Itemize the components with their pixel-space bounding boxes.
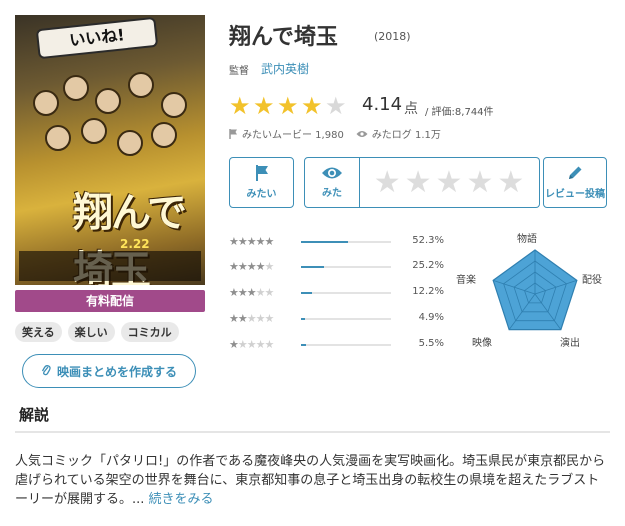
want-count-text: みたいムービー 1,980	[242, 130, 344, 141]
distribution-row: ★★★★★ 4.9%	[229, 309, 444, 329]
rating-unit: 点	[404, 101, 418, 117]
distribution-percent: 52.3%	[412, 235, 444, 246]
review-label: レビュー投稿	[545, 189, 605, 200]
paid-streaming-button[interactable]: 有料配信	[15, 290, 205, 312]
distribution-percent: 12.2%	[412, 286, 444, 297]
distribution-bar-fill	[301, 241, 348, 243]
poster-cast-art	[23, 70, 198, 190]
user-rating-input[interactable]: ★ ★ ★ ★ ★	[359, 157, 540, 208]
distribution-bar	[301, 292, 391, 294]
section-title-commentary: 解説	[19, 406, 50, 424]
eye-icon	[356, 130, 368, 137]
rate-star-icon[interactable]: ★	[405, 167, 432, 198]
distribution-row: ★★★★★ 12.2%	[229, 283, 444, 303]
category-radar-chart: 物語 配役 演出 映像 音楽	[456, 226, 610, 356]
want-count: みたいムービー 1,980	[229, 126, 344, 141]
rating-count: / 評価:8,744件	[425, 107, 494, 118]
star-icon: ★	[229, 92, 251, 120]
poster-credits	[19, 251, 201, 281]
radar-label-visual: 映像	[472, 338, 492, 349]
paperclip-icon	[41, 365, 51, 376]
seen-label: みた	[322, 188, 342, 199]
mood-tags: 笑える 楽しい コミカル	[15, 322, 179, 342]
section-divider	[15, 431, 610, 433]
poster-date: 2.22	[120, 237, 150, 251]
distribution-bar	[301, 344, 391, 346]
distribution-percent: 4.9%	[418, 312, 444, 323]
rating-value: 4.14	[362, 94, 403, 115]
rate-star-icon[interactable]: ★	[436, 167, 463, 198]
eye-icon	[322, 167, 342, 179]
read-more-link[interactable]: 続きをみる	[144, 492, 214, 507]
pencil-icon	[569, 166, 582, 179]
distribution-bar	[301, 241, 391, 243]
row-stars: ★★★★★	[229, 286, 274, 299]
distribution-row: ★★★★★ 52.3%	[229, 232, 444, 252]
movie-description: 人気コミック「パタリロ!」の作者である魔夜峰央の人気漫画を実写映画化。埼玉県民が…	[15, 452, 610, 509]
radar-label-music: 音楽	[456, 275, 476, 286]
star-icon: ★	[253, 92, 275, 120]
director-label: 監督	[229, 66, 249, 77]
want-to-watch-button[interactable]: みたい	[229, 157, 294, 208]
average-rating-stars: ★ ★ ★ ★ ★	[229, 94, 349, 118]
row-stars: ★★★★★	[229, 338, 274, 351]
distribution-bar-fill	[301, 266, 324, 268]
rate-star-icon[interactable]: ★	[497, 167, 524, 198]
tag-item[interactable]: 笑える	[15, 322, 62, 342]
seen-count-text: みたログ 1.1万	[371, 130, 441, 141]
radar-label-direction: 演出	[560, 338, 580, 349]
row-stars: ★★★★★	[229, 312, 274, 325]
rate-star-icon[interactable]: ★	[466, 167, 493, 198]
distribution-row: ★★★★★ 25.2%	[229, 257, 444, 277]
distribution-bar	[301, 266, 391, 268]
create-summary-button[interactable]: 映画まとめを作成する	[22, 354, 196, 388]
create-summary-label: 映画まとめを作成する	[56, 364, 177, 379]
want-label: みたい	[246, 189, 277, 200]
distribution-percent: 5.5%	[418, 338, 444, 349]
movie-poster[interactable]: いいね! 翔んで埼玉 2.22	[15, 15, 205, 285]
distribution-row: ★★★★★ 5.5%	[229, 335, 444, 355]
row-stars: ★★★★★	[229, 260, 274, 273]
seen-count: みたログ 1.1万	[356, 126, 441, 141]
distribution-bar-fill	[301, 292, 312, 294]
tag-item[interactable]: 楽しい	[67, 322, 115, 342]
star-icon: ★	[301, 92, 323, 120]
movie-year: (2018)	[374, 30, 411, 43]
distribution-percent: 25.2%	[412, 260, 444, 271]
description-text: 人気コミック「パタリロ!」の作者である魔夜峰央の人気漫画を実写映画化。埼玉県民が…	[15, 454, 606, 507]
distribution-bar-fill	[301, 344, 306, 346]
movie-title: 翔んで埼玉	[229, 25, 338, 50]
rate-star-icon[interactable]: ★	[374, 167, 401, 198]
flag-icon	[229, 128, 237, 139]
engagement-stats: みたいムービー 1,980 みたログ 1.1万	[229, 126, 441, 141]
radar-label-cast: 配役	[582, 275, 602, 286]
write-review-button[interactable]: レビュー投稿	[543, 157, 607, 208]
star-empty-icon: ★	[325, 92, 347, 120]
watched-button[interactable]: みた	[304, 157, 360, 208]
tag-item[interactable]: コミカル	[120, 322, 179, 342]
distribution-bar	[301, 318, 391, 320]
row-stars: ★★★★★	[229, 235, 274, 248]
flag-icon	[255, 165, 268, 181]
radar-label-story: 物語	[517, 234, 537, 245]
poster-banner: いいね!	[35, 16, 159, 60]
star-icon: ★	[277, 92, 299, 120]
director-link[interactable]: 武内英樹	[261, 60, 309, 77]
distribution-bar-fill	[301, 318, 305, 320]
